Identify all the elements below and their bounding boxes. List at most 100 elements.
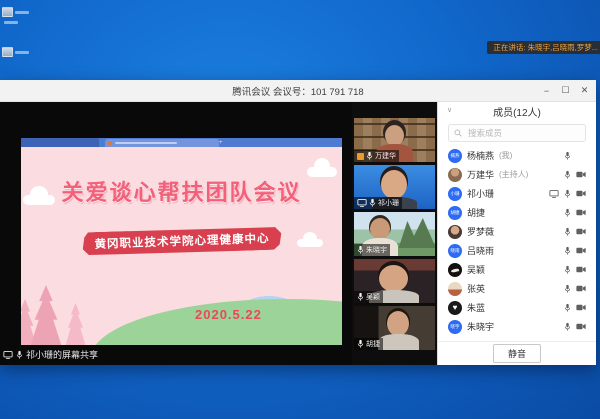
titlebar[interactable]: 腾讯会议 会议号：101 791 718 − ☐ ✕ <box>0 80 596 102</box>
screen-share-status-text: 祁小珊的屏幕共享 <box>26 348 98 361</box>
mic-icon <box>366 151 373 161</box>
desktop-icon-label <box>15 11 29 14</box>
video-thumbnail[interactable]: 吴颖 <box>354 259 435 303</box>
participant-head <box>370 218 390 240</box>
cloud-decoration <box>297 239 323 247</box>
thumb-name: 祁小珊 <box>378 198 399 208</box>
member-avatar <box>448 263 462 277</box>
member-avatar <box>448 225 462 239</box>
member-name: 万建华 <box>467 168 494 181</box>
thumb-label-icons <box>357 245 364 255</box>
thumb-label: 胡捷 <box>354 338 383 350</box>
host-badge-icon <box>357 153 364 160</box>
member-name: 胡捷 <box>467 206 485 219</box>
member-row[interactable]: 吴颖 <box>438 260 596 279</box>
member-row-icons <box>564 151 586 161</box>
member-row[interactable]: 张英 <box>438 279 596 298</box>
member-name: 朱晓宇 <box>467 320 494 333</box>
member-name: 祁小珊 <box>467 187 494 200</box>
member-name: 罗梦薇 <box>467 225 494 238</box>
video-thumbnail[interactable]: 朱晓宇 <box>354 212 435 256</box>
member-row[interactable]: 晓宇 朱晓宇 <box>438 317 596 336</box>
shared-browser-tabstrip: + <box>21 138 342 147</box>
presentation-slide: 关爱谈心帮扶团队会议 黄冈职业技术学院心理健康中心 2020.5.22 <box>21 147 342 345</box>
tabstrip-segment <box>21 138 99 147</box>
member-row-icons <box>549 189 586 199</box>
mute-all-button[interactable]: 静音 <box>493 344 541 363</box>
members-panel-title: 成员(12人) <box>493 104 541 119</box>
desktop-icon[interactable] <box>4 21 18 24</box>
screen-share-icon <box>549 190 559 198</box>
camera-icon <box>576 247 586 254</box>
participant-torso <box>378 334 419 350</box>
member-avatar <box>448 168 462 182</box>
minimize-button[interactable]: − <box>537 80 556 101</box>
mic-icon <box>564 227 571 237</box>
meeting-window: 腾讯会议 会议号：101 791 718 − ☐ ✕ + <box>0 80 596 365</box>
thumb-name: 万建华 <box>375 151 396 161</box>
member-avatar: 胡捷 <box>448 206 462 220</box>
member-name: 吕晓雨 <box>467 244 494 257</box>
member-row[interactable]: 胡捷 胡捷 <box>438 203 596 222</box>
thumb-label-icons <box>357 151 373 161</box>
camera-icon <box>576 171 586 178</box>
member-row-icons <box>564 170 586 180</box>
member-name: 吴颖 <box>467 263 485 276</box>
member-row[interactable]: 罗梦薇 <box>438 222 596 241</box>
window-body: + 关爱谈心帮扶团队会议 黄冈职业技术学院心理健康中心 2020.5.22 <box>0 102 596 365</box>
mic-icon <box>564 189 571 199</box>
camera-icon <box>576 285 586 292</box>
member-search-box[interactable] <box>448 124 586 142</box>
desktop-icon-glyph <box>2 47 13 57</box>
window-title: 腾讯会议 会议号：101 791 718 <box>232 84 363 98</box>
thumb-label-icons <box>357 339 364 349</box>
member-row[interactable]: ♥ 朱蓝 <box>438 298 596 317</box>
camera-icon <box>576 323 586 330</box>
mic-icon <box>564 322 571 332</box>
desktop-icon-label <box>4 21 18 24</box>
member-row[interactable]: 楠燕 杨楠燕 (我) <box>438 146 596 165</box>
search-icon <box>454 129 462 137</box>
member-search-input[interactable] <box>466 127 580 139</box>
thumb-name: 吴颖 <box>366 292 380 302</box>
member-avatar: ♥ <box>448 301 462 315</box>
members-panel-footer: 静音 <box>438 341 596 365</box>
slide-date: 2020.5.22 <box>195 307 262 322</box>
mic-icon <box>564 208 571 218</box>
member-row-icons <box>564 284 586 294</box>
member-row[interactable]: 晓雨 吕晓雨 <box>438 241 596 260</box>
screen-share-status-bar: 祁小珊的屏幕共享 <box>3 348 98 361</box>
video-thumbnail[interactable]: 胡捷 <box>354 306 435 350</box>
tree-decoration <box>63 303 88 345</box>
member-row[interactable]: 小珊 祁小珊 <box>438 184 596 203</box>
video-thumbnail[interactable]: 万建华 <box>354 118 435 162</box>
desktop-icon[interactable] <box>2 47 29 57</box>
member-row-icons <box>564 265 586 275</box>
video-thumbnail[interactable]: 祁小珊 <box>354 165 435 209</box>
member-avatar: 小珊 <box>448 187 462 201</box>
browser-tab[interactable] <box>105 139 219 147</box>
camera-icon <box>576 190 586 197</box>
screen-share-icon <box>3 351 13 359</box>
camera-icon <box>576 228 586 235</box>
member-row[interactable]: 万建华 (主持人) <box>438 165 596 184</box>
member-list: 楠燕 杨楠燕 (我) 万建华 (主持人) 小珊 祁小珊 胡捷 胡捷 罗梦薇 晓雨… <box>438 146 596 341</box>
member-avatar: 晓宇 <box>448 320 462 334</box>
thumb-name: 胡捷 <box>366 339 380 349</box>
video-thumbnail-strip: 万建华 祁小珊 朱晓宇 吴颖 <box>352 102 437 365</box>
mic-icon <box>564 151 571 161</box>
thumb-label-icons <box>357 292 364 302</box>
new-tab-icon[interactable]: + <box>219 140 223 146</box>
thumb-label: 万建华 <box>354 150 399 162</box>
member-suffix: (我) <box>499 150 512 161</box>
maximize-button[interactable]: ☐ <box>556 80 575 101</box>
chevron-down-icon[interactable]: ∨ <box>447 106 452 114</box>
desktop-icon[interactable] <box>2 7 29 17</box>
thumb-label: 祁小珊 <box>354 197 402 209</box>
close-button[interactable]: ✕ <box>575 80 594 101</box>
desktop-icon-glyph <box>2 7 13 17</box>
mic-icon <box>16 350 23 360</box>
participant-head <box>379 265 408 292</box>
camera-icon <box>576 209 586 216</box>
mic-icon <box>357 339 364 349</box>
